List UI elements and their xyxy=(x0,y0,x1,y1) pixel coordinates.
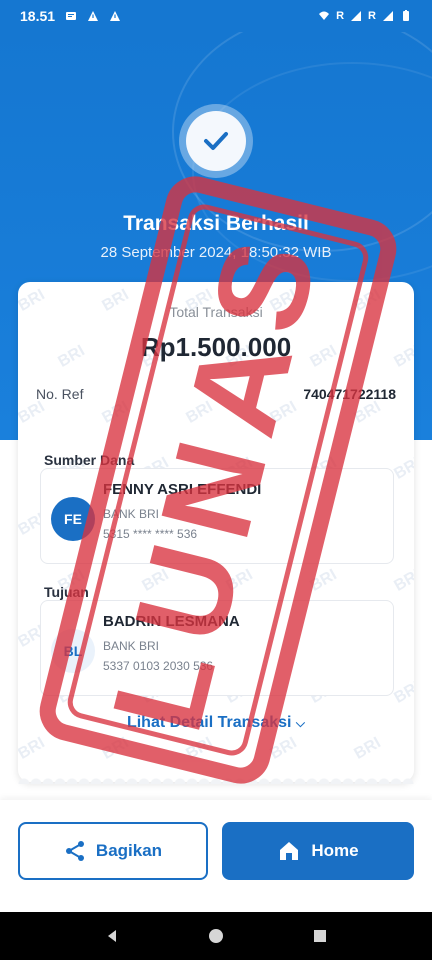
share-icon xyxy=(65,841,84,861)
watermark-text: BRI xyxy=(99,734,132,763)
destination-account-box: BL BADRIN LESMANA BANK BRI 5337 0103 203… xyxy=(40,600,394,696)
status-bar: 18.51 R R xyxy=(0,0,432,32)
battery-icon xyxy=(403,10,409,21)
destination-account-number: 5337 0103 2030 536 xyxy=(103,659,214,673)
source-section-label: Sumber Dana xyxy=(44,452,135,468)
success-badge xyxy=(179,104,253,178)
watermark-text: BRI xyxy=(267,734,300,763)
back-icon[interactable] xyxy=(104,928,120,944)
source-account-number: 5315 **** **** 536 xyxy=(103,527,198,541)
destination-name: BADRIN LESMANA xyxy=(103,613,240,630)
avatar: FE xyxy=(51,497,95,541)
home-button-label: Home xyxy=(311,841,359,860)
watermark-text: BRI xyxy=(223,566,256,595)
watermark-text: BRI xyxy=(99,398,132,427)
signal-label: R xyxy=(336,10,345,22)
source-account-box: FE FENNY ASRI EFFENDI BANK BRI 5315 ****… xyxy=(40,468,394,564)
watermark-text: BRI xyxy=(183,734,216,763)
transaction-datetime: 28 September 2024, 18:50:32 WIB xyxy=(100,244,332,261)
action-bar: Bagikan Home xyxy=(0,800,432,912)
source-bank: BANK BRI xyxy=(103,507,160,521)
destination-section-label: Tujuan xyxy=(44,584,89,600)
watermark-text: BRI xyxy=(18,398,48,427)
watermark-text: BRI xyxy=(391,566,414,595)
total-label: Total Transaksi xyxy=(169,304,263,320)
status-time: 18.51 xyxy=(20,8,56,24)
page-title: Transaksi Berhasil xyxy=(123,212,309,235)
home-button[interactable]: Home xyxy=(222,822,414,880)
home-icon xyxy=(280,842,299,860)
watermark-text: BRI xyxy=(391,678,414,707)
watermark-text: BRI xyxy=(183,398,216,427)
receipt-card: BRI BRI BRI BRI BRI BRI BRI BRI BRI BRI BRI BRI BRI B… xyxy=(18,282,414,782)
watermark-text: BRI xyxy=(139,566,172,595)
chevron-down-icon: ⌵ xyxy=(295,716,306,730)
message-icon xyxy=(66,12,77,20)
source-name: FENNY ASRI EFFENDI xyxy=(103,481,262,498)
ref-label: No. Ref xyxy=(36,386,84,402)
warning-icon xyxy=(110,11,121,21)
watermark-text: BRI xyxy=(267,398,300,427)
watermark-text: BRI xyxy=(351,734,384,763)
warning-icon xyxy=(88,11,99,21)
detail-link-label: Lihat Detail Transaksi xyxy=(126,714,292,731)
share-button[interactable]: Bagikan xyxy=(18,822,208,880)
share-button-label: Bagikan xyxy=(95,841,163,860)
watermark-text: BRI xyxy=(351,398,384,427)
watermark-text: BRI xyxy=(18,734,48,763)
total-amount: Rp1.500.000 xyxy=(140,332,292,362)
signal-label: R xyxy=(368,10,376,22)
watermark-text: BRI xyxy=(307,566,340,595)
ref-value: 740471722118 xyxy=(303,386,396,402)
recents-icon[interactable] xyxy=(312,928,328,944)
system-navigation-bar xyxy=(0,912,432,960)
watermark-text: BRI xyxy=(391,454,414,483)
view-transaction-details-link[interactable]: Lihat Detail Transaksi ⌵ xyxy=(18,714,414,732)
signal-icon xyxy=(351,11,362,21)
avatar: BL xyxy=(51,629,95,673)
wifi-icon xyxy=(319,11,330,20)
checkmark-icon xyxy=(204,132,228,150)
reference-row: No. Ref 740471722118 xyxy=(36,386,396,402)
signal-icon xyxy=(383,11,393,21)
home-nav-icon[interactable] xyxy=(208,928,224,944)
destination-bank: BANK BRI xyxy=(103,639,160,653)
receipt-tear-edge xyxy=(18,772,414,784)
